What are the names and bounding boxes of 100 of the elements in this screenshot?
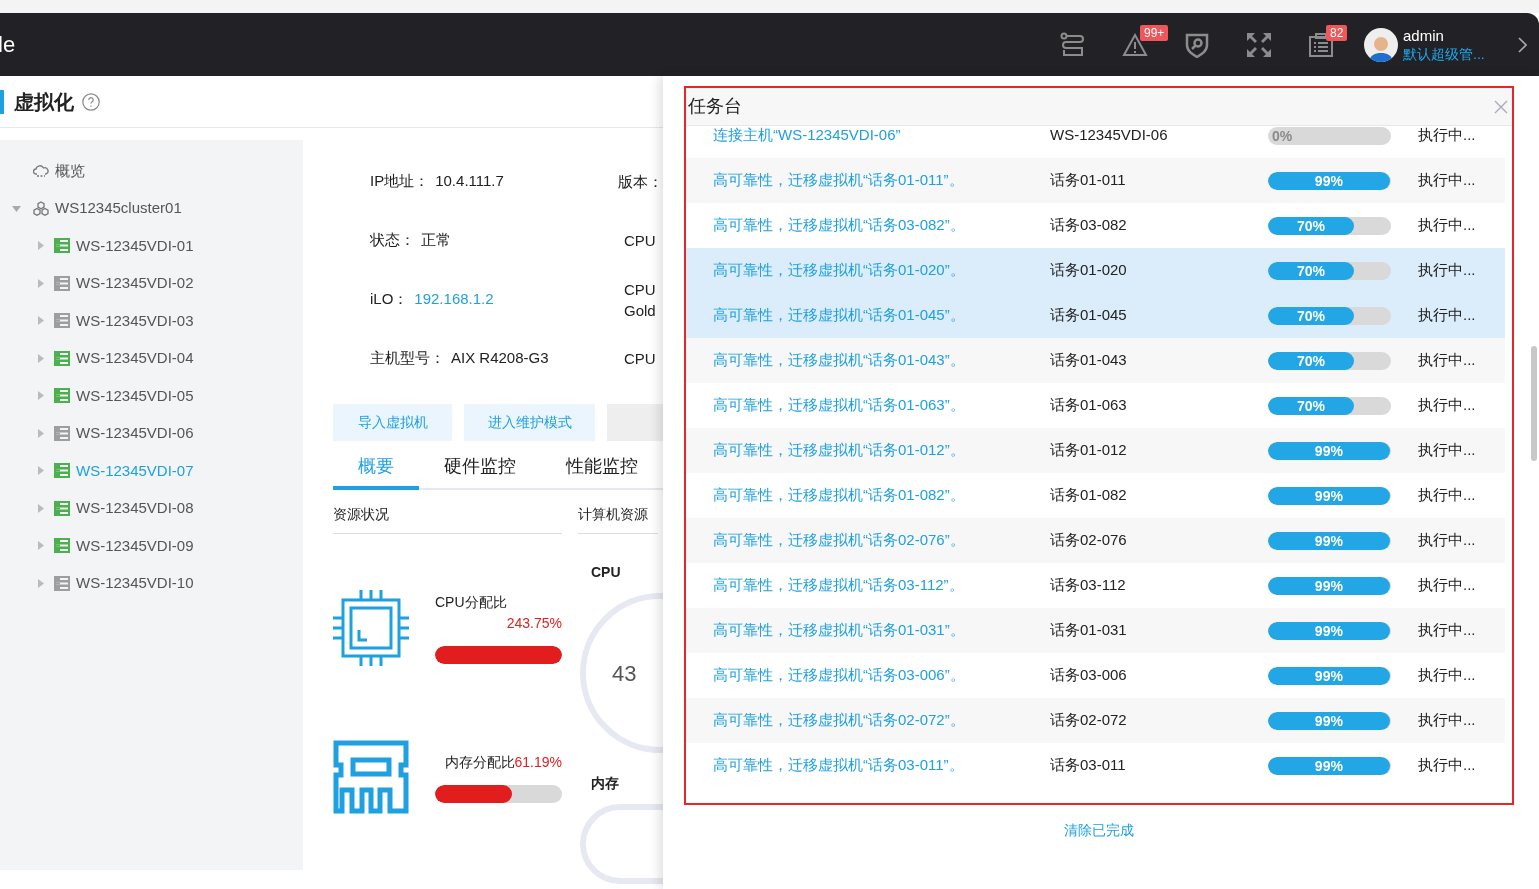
task-description[interactable]: 高可靠性，迁移虚拟机“话务01-031”。 [713,619,1050,642]
task-description[interactable]: 高可靠性，迁移虚拟机“话务02-076”。 [713,529,1050,552]
tree-item[interactable]: WS-12345VDI-04 [0,339,303,377]
tree-item[interactable]: WS-12345VDI-09 [0,527,303,565]
cluster-icon [33,200,49,216]
task-description[interactable]: 高可靠性，迁移虚拟机“话务03-082”。 [713,214,1050,237]
task-status: 执行中... [1418,126,1476,146]
info-label: 状态： [370,230,415,251]
progress-text: 99% [1313,486,1344,505]
count-badge: 99+ [1140,24,1169,41]
task-target: 话务03-082 [1050,215,1128,236]
info-label: IP地址： [370,171,430,192]
user-role: 默认超级管... [1403,44,1486,63]
avatar[interactable] [1364,27,1398,62]
progress-text: 99% [1313,441,1344,460]
task-description[interactable]: 高可靠性，迁移虚拟机“话务01-082”。 [713,484,1050,507]
toolbar-button[interactable]: 99+ [1104,24,1166,65]
progress-text: 99% [1313,531,1344,550]
action-button[interactable]: 导入虚拟机 [333,404,453,441]
tree-item[interactable]: WS-12345VDI-05 [0,377,303,415]
task-description[interactable]: 高可靠性，迁移虚拟机“话务01-020”。 [713,259,1050,282]
caret-icon [38,316,44,326]
task-description[interactable]: 连接主机“WS-12345VDI-06” [713,126,1050,147]
caret-icon [38,391,44,401]
tree-item[interactable]: 概览 [0,152,303,190]
info-label: Gold [624,300,656,321]
task-status: 执行中... [1418,530,1476,551]
task-description[interactable]: 高可靠性，迁移虚拟机“话务01-012”。 [713,439,1050,462]
info-label: CPU [624,279,656,300]
gauge-label: 内存 [591,774,620,793]
task-status: 执行中... [1418,620,1476,641]
task-target: 话务03-011 [1050,755,1127,776]
progress-text: 99% [1313,711,1344,730]
tab[interactable]: 硬件监控 [419,447,541,490]
task-target: 话务01-063 [1050,395,1128,416]
task-status: 执行中... [1418,170,1476,191]
task-description[interactable]: 高可靠性，迁移虚拟机“话务03-112”。 [713,574,1050,597]
memory-module-icon [333,740,409,814]
task-status: 执行中... [1418,665,1476,686]
task-status: 执行中... [1418,485,1476,506]
progress-text: 70% [1296,261,1327,280]
task-description[interactable]: 高可靠性，迁移虚拟机“话务01-063”。 [713,394,1050,417]
caret-icon [38,541,44,551]
caret-icon [38,278,44,288]
tree-item[interactable]: WS-12345VDI-02 [0,264,303,302]
shield-search-icon [1185,31,1209,58]
resource-reading: 243.75% [506,614,562,633]
connection-icon [1060,31,1086,58]
caret-icon [38,241,44,251]
tree-item[interactable]: WS-12345VDI-07 [0,452,303,490]
task-status: 执行中... [1418,215,1476,236]
tree-item[interactable]: WS-12345VDI-03 [0,302,303,340]
resource-label: CPU分配比 [435,593,508,612]
task-description[interactable]: 高可靠性，迁移虚拟机“话务03-011”。 [713,754,1050,777]
info-value[interactable]: 192.168.1.2 [414,288,494,311]
task-description[interactable]: 高可靠性，迁移虚拟机“话务01-011”。 [713,169,1050,192]
task-status: 执行中... [1418,440,1476,461]
progress-text: 99% [1313,171,1344,190]
task-description[interactable]: 高可靠性，迁移虚拟机“话务03-006”。 [713,664,1050,687]
progress-text: 0% [1272,126,1293,145]
progress-text: 99% [1313,666,1344,685]
progress-text: 70% [1296,351,1327,370]
caret-icon [38,466,44,476]
progress-text: 99% [1313,576,1344,595]
task-description[interactable]: 高可靠性，迁移虚拟机“话务01-045”。 [713,304,1050,327]
clear-completed-link[interactable]: 清除已完成 [1064,820,1134,841]
caret-icon [38,578,44,588]
info-label: 主机型号： [370,348,445,369]
help-icon[interactable] [82,92,100,111]
task-description[interactable]: 高可靠性，迁移虚拟机“话务02-072”。 [713,709,1050,732]
progress-text: 99% [1313,621,1344,640]
logo-text: le [0,31,16,59]
toolbar-button[interactable]: 82 [1290,24,1352,65]
info-label: CPU [624,231,656,251]
caret-icon [38,353,44,363]
tab[interactable]: 概要 [333,447,419,490]
tab[interactable]: 性能监控 [541,447,663,490]
task-target: 话务03-112 [1050,575,1127,596]
caret-icon [38,428,44,438]
chevron-right-icon[interactable] [1517,36,1527,53]
task-status: 执行中... [1418,755,1476,776]
action-button[interactable]: 进入维护模式 [464,404,596,441]
tree-item[interactable]: WS-12345VDI-01 [0,227,303,265]
info-label: CPU [624,349,656,369]
tree-item[interactable]: WS12345cluster01 [0,189,303,227]
section-title: 资源状况 [333,504,562,534]
task-target: 话务01-020 [1050,260,1128,281]
resource-reading: 61.19% [514,752,562,772]
gauge-value: 43 [612,659,637,688]
section-title: 计算机资源 [578,504,658,534]
tree-item[interactable]: WS-12345VDI-08 [0,489,303,527]
task-status: 执行中... [1418,710,1476,731]
info-label: iLO： [370,289,409,310]
task-status: 执行中... [1418,305,1476,326]
info-label: 版本： [618,172,663,192]
task-target: 话务02-072 [1050,710,1128,731]
tree-item[interactable]: WS-12345VDI-10 [0,564,303,602]
tree-item[interactable]: WS-12345VDI-06 [0,414,303,452]
task-target: 话务03-006 [1050,665,1128,686]
task-description[interactable]: 高可靠性，迁移虚拟机“话务01-043”。 [713,349,1050,372]
